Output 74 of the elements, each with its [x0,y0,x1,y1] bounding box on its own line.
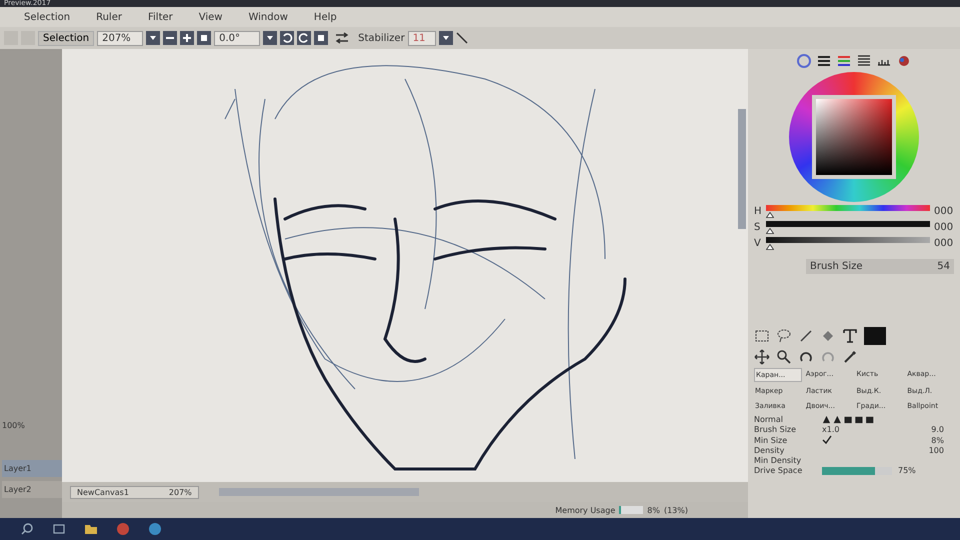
color-swatch[interactable] [864,327,886,345]
setting-label: Density [754,446,786,455]
angle-field[interactable]: 0.0° [214,30,260,46]
search-icon[interactable] [20,522,34,536]
folder-icon[interactable] [84,522,98,536]
flip-icon[interactable] [335,32,350,44]
brush-shape-icon[interactable] [822,415,876,424]
slider-value: 000 [934,206,954,217]
color-square[interactable] [812,95,896,179]
layer-item[interactable]: Layer1 [2,460,62,477]
line-icon[interactable] [456,32,468,44]
move-icon[interactable] [754,349,770,365]
setting-label: Brush Size [754,425,798,434]
minus-icon[interactable] [163,31,178,45]
lasso-icon[interactable] [776,328,792,344]
menu-item[interactable]: View [198,12,222,22]
selection-icon[interactable] [754,328,770,344]
color-slider[interactable] [766,205,930,218]
setting-value: 100 [928,446,944,455]
canvas-zoom: 207% [168,488,192,496]
color-wheel-icon[interactable] [796,53,812,69]
setting-label: Normal [754,415,784,424]
setting-label: Min Size [754,436,788,444]
slider-label: V [754,238,762,249]
dropdown-icon[interactable] [438,31,453,45]
drive-value: 75% [898,466,916,475]
reset-icon[interactable] [197,31,212,45]
scrollbar-icon[interactable] [218,488,419,496]
memory-value: 8% [647,506,660,514]
canvas-name: NewCanvas1 [77,488,129,496]
rotate-right-icon[interactable] [297,31,312,45]
stabilizer-label: Stabilizer [358,32,405,44]
rgb-slider-icon[interactable] [836,53,852,69]
plus-icon[interactable] [180,31,194,45]
setting-value: 9.0 [931,425,944,434]
stabilizer-field[interactable]: 11 [408,30,436,46]
selection-toggle[interactable]: Selection [38,30,94,46]
slider-value: 000 [934,238,954,249]
layer-item[interactable]: Layer2 [2,481,62,498]
setting-extra: x1.0 [822,425,840,434]
eyedropper-icon[interactable] [842,349,858,365]
menu-item[interactable]: Window [248,12,288,22]
zoom-field[interactable]: 207% [97,30,144,46]
checkbox[interactable] [822,435,832,445]
canvas-tab[interactable]: NewCanvas1 207% [70,486,199,498]
scrollbar-icon[interactable] [738,109,746,229]
color-slider[interactable] [766,221,930,234]
setting-label: Min Density [754,456,802,465]
rotate-left-icon[interactable] [280,31,294,45]
app-icon[interactable] [148,522,162,536]
app-icon[interactable] [116,522,130,536]
brush-size-label: Brush Size [810,261,863,272]
reset-icon[interactable] [314,31,328,45]
opacity-value: 100% [2,421,26,430]
setting-value: 8% [931,436,944,444]
color-slider[interactable] [766,237,930,250]
memory-peak: (13%) [664,506,688,514]
list-icon[interactable] [816,53,832,69]
text-icon[interactable] [842,328,858,344]
zoom-icon[interactable] [776,349,792,365]
window-icon[interactable] [52,522,66,536]
brush-size-value: 54 [937,261,950,272]
memory-label: Memory Usage [555,506,616,514]
slider-value: 000 [934,222,954,233]
brush-size-field[interactable]: Brush Size 54 [806,259,954,274]
setting-label: Drive Space [754,466,804,475]
menu-item[interactable]: Filter [148,12,173,22]
menu-item[interactable]: Selection [24,12,70,22]
dropdown-icon[interactable] [263,31,278,45]
slider-label: H [754,206,762,217]
dropdown-icon[interactable] [146,31,160,45]
slider-label: S [754,222,762,233]
menu-item[interactable]: Help [314,12,337,22]
menu-item[interactable]: Ruler [96,12,122,22]
